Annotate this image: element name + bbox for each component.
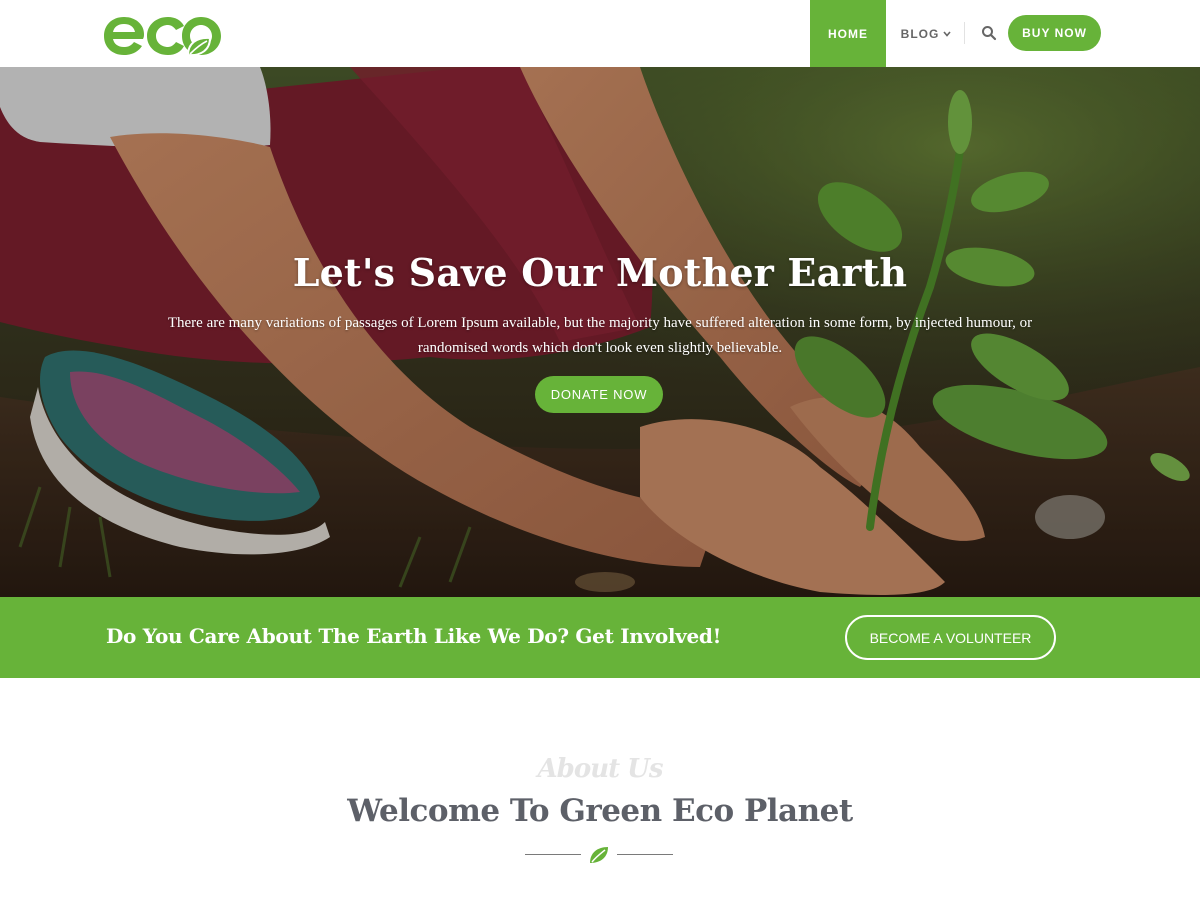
nav-item-blog[interactable]: BLOG: [886, 0, 966, 67]
get-involved-text: Do You Care About The Earth Like We Do? …: [106, 624, 722, 648]
hero-section: Let's Save Our Mother Earth There are ma…: [0, 67, 1200, 597]
become-volunteer-label: BECOME A VOLUNTEER: [869, 629, 1032, 646]
hero-subtitle: There are many variations of passages of…: [167, 315, 1033, 356]
logo-graphic: [104, 17, 221, 57]
donate-now-label: DONATE NOW: [550, 387, 648, 402]
separator-line-right: [617, 854, 673, 855]
search-icon: [982, 26, 997, 41]
site-header: HOME BLOG BUY NOW: [0, 0, 1200, 67]
nav-item-blog-label: BLOG: [900, 26, 940, 41]
main-nav: HOME BLOG: [810, 0, 966, 67]
separator-line-left: [525, 854, 581, 855]
buy-now-button[interactable]: BUY NOW: [1008, 15, 1101, 51]
search-button[interactable]: [980, 24, 998, 42]
leaf-icon: [590, 847, 608, 863]
title-separator: [525, 844, 673, 866]
about-script-label: About Us: [537, 754, 664, 784]
about-title: Welcome To Green Eco Planet: [347, 793, 853, 829]
get-involved-band: Do You Care About The Earth Like We Do? …: [0, 597, 1200, 678]
nav-item-home[interactable]: HOME: [810, 0, 886, 67]
site-logo[interactable]: [102, 8, 224, 58]
chevron-down-icon: [943, 30, 951, 37]
nav-divider: [964, 22, 965, 44]
nav-item-home-label: HOME: [828, 26, 868, 41]
become-volunteer-button[interactable]: BECOME A VOLUNTEER: [845, 615, 1056, 660]
buy-now-label: BUY NOW: [1022, 26, 1087, 40]
hero-title: Let's Save Our Mother Earth: [292, 250, 908, 295]
donate-now-button[interactable]: DONATE NOW: [535, 376, 663, 413]
